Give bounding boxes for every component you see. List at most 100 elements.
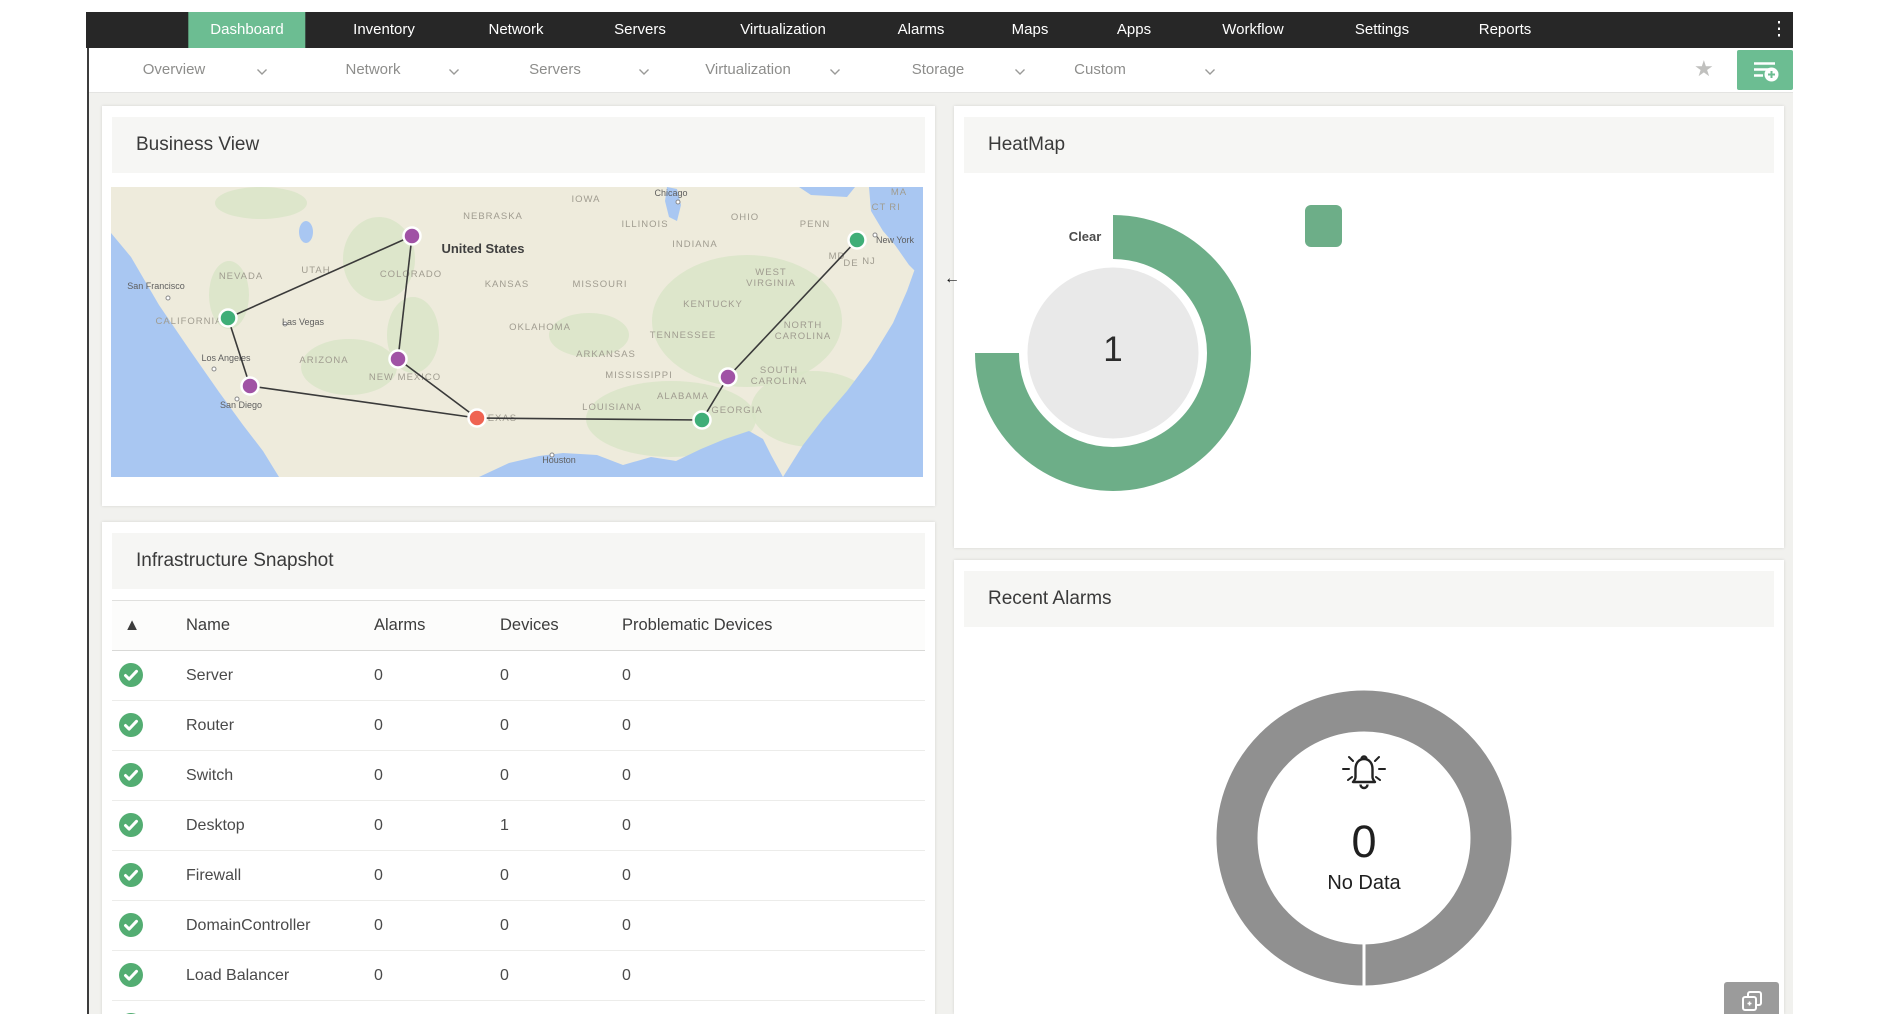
chevron-down-icon[interactable] — [256, 63, 268, 81]
add-dashboard-button[interactable] — [1737, 50, 1793, 90]
device-node-green[interactable] — [218, 308, 238, 328]
kebab-menu-icon[interactable]: ⋮ — [1769, 14, 1789, 46]
nav-tab-settings[interactable]: Settings — [1333, 12, 1431, 48]
cell-problematic: 0 — [622, 717, 631, 734]
cell-problematic: 0 — [622, 867, 631, 884]
duplicate-view-button[interactable] — [1724, 982, 1779, 1014]
column-header-prob[interactable]: Problematic Devices — [622, 601, 772, 650]
alarm-bell-icon — [1342, 755, 1386, 790]
business-view-header: Business View — [112, 117, 925, 173]
cell-devices: 0 — [500, 967, 509, 984]
nav-tab-reports[interactable]: Reports — [1457, 12, 1554, 48]
map-city-dot — [165, 295, 171, 301]
cell-alarms: 0 — [374, 917, 383, 934]
chevron-down-icon[interactable] — [1204, 63, 1216, 81]
map-city-label: San Diego — [220, 400, 262, 410]
heatmap-legend-swatch[interactable] — [1305, 205, 1342, 247]
map-state-label: KANSAS — [485, 279, 530, 290]
map-state-label: NJ — [862, 256, 876, 267]
device-node-purple[interactable] — [240, 376, 260, 396]
map-state-label: MISSISSIPPI — [605, 370, 673, 381]
map-state-label: COLORADO — [380, 269, 442, 280]
heatmap-legend-label[interactable]: Clear — [1069, 229, 1102, 244]
table-row[interactable]: Switch 0 0 0 — [112, 751, 925, 801]
map-lake — [299, 221, 313, 243]
subnav-item-virtualization[interactable]: Virtualization — [705, 48, 791, 92]
subnav-item-servers[interactable]: Servers — [529, 48, 581, 92]
subnav-item-custom[interactable]: Custom — [1074, 48, 1126, 92]
nav-tab-maps[interactable]: Maps — [990, 12, 1071, 48]
nav-tab-servers[interactable]: Servers — [592, 12, 688, 48]
nav-tab-alarms[interactable]: Alarms — [876, 12, 967, 48]
map-state-label: ARKANSAS — [576, 349, 636, 360]
subnav-item-storage[interactable]: Storage — [912, 48, 965, 92]
device-node-purple[interactable] — [718, 367, 738, 387]
nav-tab-virtualization[interactable]: Virtualization — [718, 12, 848, 48]
column-header-alarms[interactable]: Alarms — [374, 601, 425, 650]
map-state-label: MA — [891, 187, 907, 198]
cell-name: Firewall — [186, 867, 242, 884]
table-row[interactable]: Server 0 0 0 — [112, 651, 925, 701]
cell-name: Desktop — [186, 817, 245, 834]
column-header-dev[interactable]: Devices — [500, 601, 559, 650]
map-state-label: INDIANA — [672, 239, 718, 250]
nav-tab-apps[interactable]: Apps — [1095, 12, 1173, 48]
table-row[interactable]: Firewall 0 0 0 — [112, 851, 925, 901]
device-node-red[interactable] — [467, 408, 487, 428]
opmanager-dashboard-page: { "colors": { "brand_green": "#6cbd92", … — [0, 0, 1884, 1014]
map-state-label: VIRGINIA — [746, 278, 796, 289]
device-node-green[interactable] — [692, 410, 712, 430]
map-state-label: CT — [872, 202, 887, 213]
map-city-label: Los Angeles — [201, 353, 251, 363]
cell-devices: 0 — [500, 917, 509, 934]
map-state-label: KENTUCKY — [683, 299, 743, 310]
cell-alarms: 0 — [374, 717, 383, 734]
cell-alarms: 0 — [374, 967, 383, 984]
cell-name: Router — [186, 717, 235, 734]
map-state-label: RI — [889, 202, 901, 213]
column-header-name[interactable]: Name — [186, 601, 230, 650]
cell-devices: 0 — [500, 867, 509, 884]
cell-name: WAN Accelerator — [186, 1001, 307, 1014]
nav-tab-dashboard[interactable]: Dashboard — [188, 12, 306, 48]
subnav-item-overview[interactable]: Overview — [143, 48, 206, 92]
table-row[interactable]: DomainController 0 0 0 — [112, 901, 925, 951]
cell-problematic: 0 — [622, 1001, 631, 1014]
table-header-row: ▲ Name Alarms Devices Problematic Devices — [112, 600, 925, 651]
favorite-star-icon[interactable]: ★ — [1694, 56, 1714, 82]
map-city-label: New York — [876, 235, 915, 245]
cell-alarms: 0 — [374, 667, 383, 684]
table-row[interactable]: Desktop 0 1 0 — [112, 801, 925, 851]
cell-name: Load Balancer — [186, 967, 290, 984]
table-row[interactable]: Router 0 0 0 — [112, 701, 925, 751]
infrastructure-table: ▲ Name Alarms Devices Problematic Devices Ser… — [112, 600, 925, 1014]
cell-name: Switch — [186, 767, 234, 784]
chevron-down-icon[interactable] — [1014, 63, 1026, 81]
status-ok-icon — [118, 962, 144, 993]
device-node-purple[interactable] — [388, 349, 408, 369]
nav-tab-workflow[interactable]: Workflow — [1200, 12, 1305, 48]
map-country-label: United States — [441, 241, 524, 256]
map-terrain-patch — [343, 217, 415, 301]
map-state-label: IOWA — [572, 194, 601, 205]
map-state-label: WEST — [755, 267, 786, 278]
cell-name: Server — [186, 667, 234, 684]
table-row[interactable]: WAN Accelerator 0 0 0 — [112, 1001, 925, 1014]
device-node-green[interactable] — [847, 230, 867, 250]
stacked-pages-icon — [1741, 991, 1762, 1011]
map-state-label: LOUISIANA — [582, 402, 642, 413]
nav-tab-inventory[interactable]: Inventory — [331, 12, 437, 48]
map-terrain-patch — [301, 339, 397, 395]
map-city-label: Las Vegas — [282, 317, 325, 327]
subnav-item-network[interactable]: Network — [345, 48, 400, 92]
nav-tab-network[interactable]: Network — [466, 12, 565, 48]
chevron-down-icon[interactable] — [638, 63, 650, 81]
device-node-purple[interactable] — [402, 226, 422, 246]
heatmap-center-value: 1 — [1103, 330, 1123, 369]
map-state-label: SOUTH — [760, 365, 798, 376]
business-view-map[interactable]: NEVADAUTAHCALIFORNIACOLORADOARIZONANEW M… — [111, 187, 923, 477]
sort-ascending-icon[interactable]: ▲ — [122, 601, 142, 650]
chevron-down-icon[interactable] — [829, 63, 841, 81]
table-row[interactable]: Load Balancer 0 0 0 — [112, 951, 925, 1001]
chevron-down-icon[interactable] — [448, 63, 460, 81]
